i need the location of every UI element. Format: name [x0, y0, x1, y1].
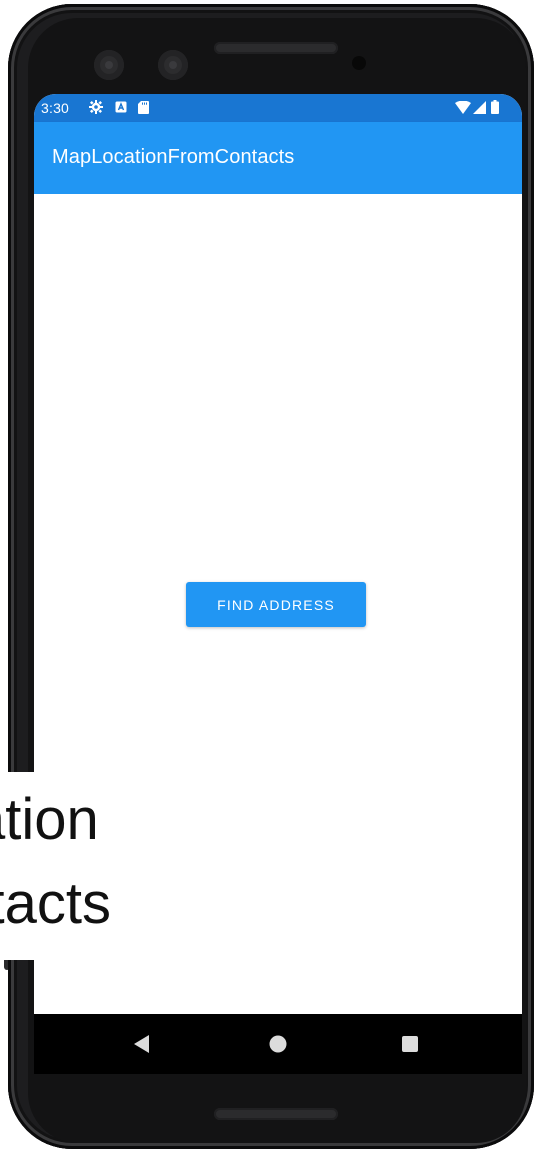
proximity-sensor: [352, 56, 366, 70]
overlay-caption-line-1: cation: [0, 787, 99, 852]
status-time: 3:30: [41, 100, 70, 116]
signal-icon: [472, 100, 486, 114]
sd-card-icon: [136, 100, 150, 114]
app-toolbar: MapLocationFromContacts: [34, 122, 522, 194]
find-address-button[interactable]: FIND ADDRESS: [186, 582, 366, 627]
recents-icon[interactable]: [394, 1028, 426, 1060]
app-title: MapLocationFromContacts: [52, 146, 295, 168]
home-icon[interactable]: [262, 1028, 294, 1060]
back-icon[interactable]: [126, 1028, 158, 1060]
front-camera-secondary: [158, 50, 188, 80]
overlay-caption: cation ontacts: [0, 772, 240, 960]
device-screenshot: 3:30 MapLocationFromContacts FIND ADDRES…: [0, 0, 539, 1153]
earpiece-speaker: [214, 42, 338, 54]
bottom-speaker: [214, 1108, 338, 1120]
settings-icon: [88, 100, 104, 114]
keyboard-a-icon: [114, 100, 128, 114]
overlay-caption-line-2: ontacts: [0, 871, 111, 936]
battery-icon: [490, 100, 500, 114]
navigation-bar: [34, 1014, 522, 1074]
front-camera: [94, 50, 124, 80]
status-bar: 3:30: [34, 94, 522, 122]
wifi-icon: [454, 100, 472, 114]
